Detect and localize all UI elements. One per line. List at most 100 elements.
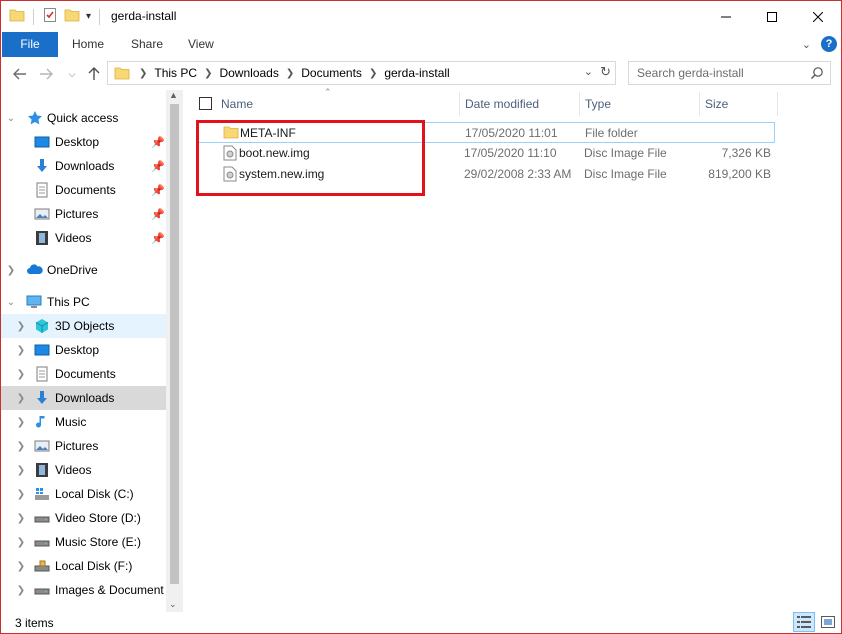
pc-item-video-store-d[interactable]: ❯ Video Store (D:) — [1, 506, 166, 530]
chevron-down-icon[interactable]: ⌄ — [5, 113, 17, 124]
nav-scrollbar[interactable]: ▲ ⌄ — [166, 90, 183, 612]
drive-icon — [34, 582, 50, 598]
chevron-right-icon[interactable]: ❯ — [15, 489, 27, 500]
tab-file[interactable]: File — [2, 32, 58, 57]
tree-item-quick-access[interactable]: ⌄ Quick access — [1, 106, 166, 130]
breadcrumb-documents[interactable]: Documents — [297, 66, 366, 80]
chevron-right-icon[interactable]: ❯ — [5, 265, 17, 276]
tree-label: Quick access — [47, 111, 119, 125]
navigation-pane: ⌄ Quick access Desktop 📌 Downloads 📌 Doc — [1, 90, 183, 612]
up-button[interactable] — [85, 65, 103, 83]
column-divider[interactable] — [459, 92, 460, 116]
pin-icon[interactable]: 📌 — [151, 160, 165, 173]
select-all-checkbox[interactable] — [199, 97, 212, 110]
quick-item-desktop[interactable]: Desktop 📌 — [1, 130, 166, 154]
pc-item-music-store-e[interactable]: ❯ Music Store (E:) — [1, 530, 166, 554]
pin-icon[interactable]: 📌 — [151, 232, 165, 245]
tree-item-this-pc[interactable]: ⌄ This PC — [1, 290, 166, 314]
chevron-right-icon[interactable]: ❯ — [283, 68, 297, 79]
chevron-right-icon[interactable]: ❯ — [15, 393, 27, 404]
tree-label: Documents — [55, 183, 116, 197]
close-button[interactable] — [795, 1, 841, 32]
scroll-up-icon[interactable]: ▲ — [169, 90, 178, 100]
column-header-type[interactable]: Type — [585, 90, 611, 118]
scroll-down-icon[interactable]: ⌄ — [169, 599, 177, 610]
tree-label: Downloads — [55, 391, 115, 405]
minimize-button[interactable] — [703, 1, 749, 32]
forward-button[interactable] — [37, 65, 55, 83]
tab-view[interactable]: View — [174, 32, 228, 57]
chevron-right-icon[interactable]: ❯ — [15, 561, 27, 572]
tree-label: This PC — [47, 295, 90, 309]
properties-icon[interactable] — [42, 7, 58, 26]
pc-item-images-documents[interactable]: ❯ Images & Document — [1, 578, 166, 602]
pc-item-3d-objects[interactable]: ❯ 3D Objects — [1, 314, 166, 338]
chevron-right-icon[interactable]: ❯ — [15, 369, 27, 380]
tree-item-onedrive[interactable]: ❯ OneDrive — [1, 258, 166, 282]
pin-icon[interactable]: 📌 — [151, 184, 165, 197]
details-view-button[interactable] — [793, 612, 815, 632]
folder-icon[interactable] — [9, 7, 25, 26]
column-header-date[interactable]: Date modified — [465, 90, 539, 118]
breadcrumb-gerda-install[interactable]: gerda-install — [380, 66, 453, 80]
tree-label: Desktop — [55, 343, 100, 357]
tab-home[interactable]: Home — [58, 32, 118, 57]
search-icon[interactable] — [810, 66, 824, 83]
chevron-right-icon[interactable]: ❯ — [15, 513, 27, 524]
chevron-right-icon[interactable]: ❯ — [15, 417, 27, 428]
large-icons-view-button[interactable] — [817, 612, 839, 632]
scrollbar-thumb[interactable] — [170, 104, 179, 584]
recent-locations-dropdown[interactable]: ⌵ — [63, 65, 81, 83]
chevron-right-icon[interactable]: ❯ — [15, 537, 27, 548]
breadcrumb-this-pc[interactable]: This PC — [150, 66, 201, 80]
pc-item-local-disk-c[interactable]: ❯ Local Disk (C:) — [1, 482, 166, 506]
chevron-right-icon[interactable]: ❯ — [15, 585, 27, 596]
pc-item-music[interactable]: ❯ Music — [1, 410, 166, 434]
quick-item-documents[interactable]: Documents 📌 — [1, 178, 166, 202]
column-divider[interactable] — [579, 92, 580, 116]
maximize-button[interactable] — [749, 1, 795, 32]
refresh-icon[interactable]: ↻ — [600, 64, 611, 80]
ribbon-controls: ⌄ ? — [802, 36, 837, 52]
chevron-right-icon[interactable]: ❯ — [366, 68, 380, 79]
column-header-size[interactable]: Size — [705, 90, 728, 118]
file-size: 819,200 KB — [708, 167, 771, 181]
tree-label: Downloads — [55, 159, 115, 173]
pc-item-local-disk-f[interactable]: ❯ Local Disk (F:) — [1, 554, 166, 578]
quick-item-videos[interactable]: Videos 📌 — [1, 226, 166, 250]
pin-icon[interactable]: 📌 — [151, 136, 165, 149]
back-button[interactable] — [11, 65, 29, 83]
search-input[interactable]: Search gerda-install — [628, 61, 831, 85]
address-dropdown-icon[interactable]: ⌄ — [584, 65, 593, 78]
pc-item-desktop[interactable]: ❯ Desktop — [1, 338, 166, 362]
customize-toolbar-dropdown-icon[interactable]: ▾ — [86, 11, 91, 22]
chevron-right-icon[interactable]: ❯ — [15, 441, 27, 452]
chevron-down-icon[interactable]: ⌄ — [5, 297, 17, 308]
help-icon[interactable]: ? — [821, 36, 837, 52]
quick-item-downloads[interactable]: Downloads 📌 — [1, 154, 166, 178]
desktop-icon — [34, 134, 50, 150]
tree-label: Videos — [55, 463, 92, 477]
chevron-right-icon[interactable]: ❯ — [15, 345, 27, 356]
expand-ribbon-icon[interactable]: ⌄ — [802, 38, 811, 51]
breadcrumb-downloads[interactable]: Downloads — [215, 66, 282, 80]
chevron-right-icon[interactable]: ❯ — [15, 321, 27, 332]
window-title: gerda-install — [111, 9, 177, 23]
pin-icon[interactable]: 📌 — [151, 208, 165, 221]
new-folder-icon[interactable] — [64, 7, 80, 26]
quick-item-pictures[interactable]: Pictures 📌 — [1, 202, 166, 226]
pc-item-videos[interactable]: ❯ Videos — [1, 458, 166, 482]
column-header-name[interactable]: Name — [221, 90, 253, 118]
pc-item-downloads[interactable]: ❯ Downloads — [1, 386, 166, 410]
tab-share[interactable]: Share — [117, 32, 177, 57]
chevron-right-icon[interactable]: ❯ — [15, 465, 27, 476]
pc-item-pictures[interactable]: ❯ Pictures — [1, 434, 166, 458]
column-divider[interactable] — [699, 92, 700, 116]
chevron-right-icon[interactable]: ❯ — [136, 68, 150, 79]
column-divider[interactable] — [777, 92, 778, 116]
address-bar[interactable]: ❯ This PC ❯ Downloads ❯ Documents ❯ gerd… — [107, 61, 616, 85]
pc-item-documents[interactable]: ❯ Documents — [1, 362, 166, 386]
chevron-right-icon[interactable]: ❯ — [201, 68, 215, 79]
download-arrow-icon — [34, 158, 50, 174]
pictures-icon — [34, 206, 50, 222]
